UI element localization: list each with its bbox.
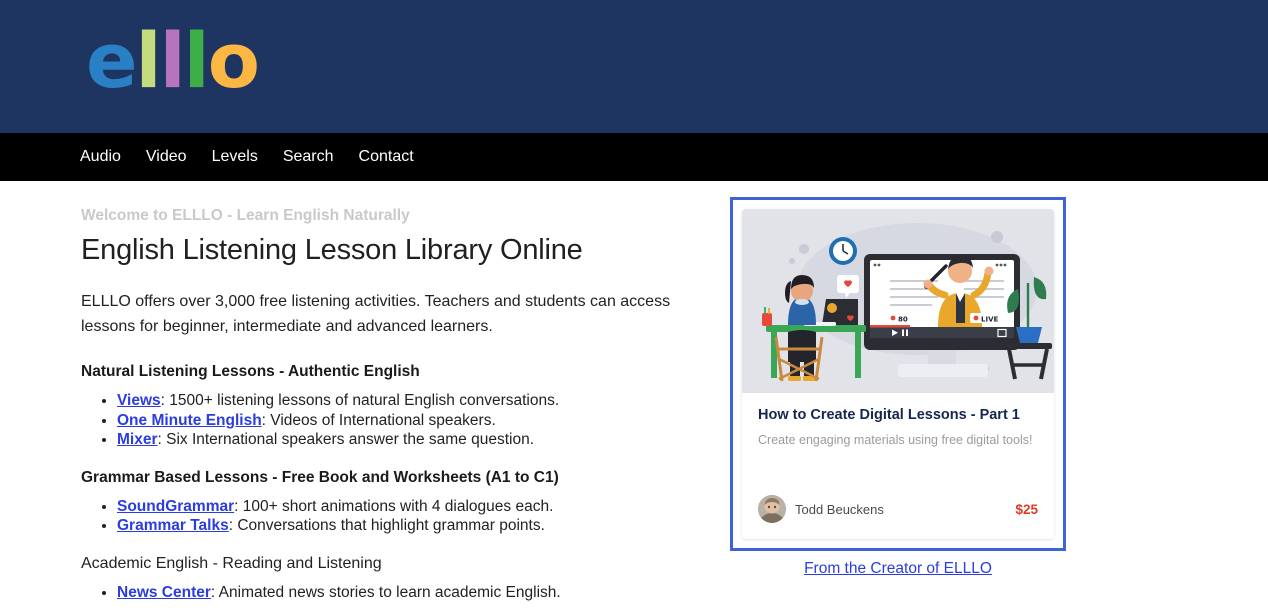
- lesson-list: News Center: Animated news stories to le…: [117, 583, 730, 603]
- list-item-description: : 1500+ listening lessons of natural Eng…: [160, 392, 560, 409]
- list-item: One Minute English: Videos of Internatio…: [117, 411, 730, 431]
- list-item: SoundGrammar: 100+ short animations with…: [117, 497, 730, 517]
- section-heading: Academic English - Reading and Listening: [81, 554, 382, 572]
- lesson-link[interactable]: Views: [117, 392, 161, 409]
- section-heading: Natural Listening Lessons - Authentic En…: [81, 363, 420, 380]
- sidebar: 80 LIVE How to Create Digital Lessons - …: [730, 181, 1268, 615]
- page-title: English Listening Lesson Library Online: [81, 234, 583, 266]
- lesson-link[interactable]: One Minute English: [117, 412, 262, 429]
- from-the-creator-link[interactable]: From the Creator of ELLLO: [730, 560, 1066, 578]
- page-body: Welcome to ELLLO - Learn English Natural…: [0, 181, 1268, 615]
- promo-subtitle: Create engaging materials using free dig…: [758, 433, 1033, 447]
- lesson-list: SoundGrammar: 100+ short animations with…: [117, 497, 730, 536]
- list-item: Grammar Talks: Conversations that highli…: [117, 516, 730, 536]
- illustration-svg: 80 LIVE: [742, 209, 1054, 393]
- elllo-logo[interactable]: e l l l o: [86, 16, 260, 105]
- lesson-sections: Natural Listening Lessons - Authentic En…: [81, 363, 730, 602]
- main-content: Welcome to ELLLO - Learn English Natural…: [0, 181, 730, 615]
- lesson-list: Views: 1500+ listening lessons of natura…: [117, 391, 730, 450]
- lesson-link[interactable]: Mixer: [117, 431, 158, 448]
- svg-text:80: 80: [898, 316, 908, 324]
- promo-price: $25: [1015, 501, 1038, 517]
- intro-paragraph: ELLLO offers over 3,000 free listening a…: [81, 293, 671, 335]
- avatar: [758, 495, 786, 523]
- author-block: Todd Beuckens: [758, 495, 884, 523]
- list-item-description: : Conversations that highlight grammar p…: [228, 517, 545, 534]
- list-item-description: : Six International speakers answer the …: [157, 431, 535, 448]
- nav-item-levels[interactable]: Levels: [212, 148, 258, 166]
- online-teaching-illustration: 80 LIVE: [742, 209, 1054, 393]
- list-item: News Center: Animated news stories to le…: [117, 583, 730, 603]
- welcome-tagline: Welcome to ELLLO - Learn English Natural…: [81, 207, 410, 224]
- lesson-link[interactable]: SoundGrammar: [117, 498, 234, 515]
- nav-item-video[interactable]: Video: [146, 148, 187, 166]
- promo-body: How to Create Digital Lessons - Part 1 C…: [742, 393, 1054, 495]
- nav-item-search[interactable]: Search: [283, 148, 334, 166]
- site-header: e l l l o: [0, 0, 1268, 133]
- main-navigation: Audio Video Levels Search Contact: [0, 133, 1268, 181]
- promo-footer: Todd Beuckens $25: [742, 495, 1054, 539]
- nav-item-audio[interactable]: Audio: [80, 148, 121, 166]
- logo-letter-l3: l: [183, 16, 210, 105]
- lesson-link[interactable]: Grammar Talks: [117, 517, 229, 534]
- nav-item-contact[interactable]: Contact: [359, 148, 414, 166]
- list-item: Views: 1500+ listening lessons of natura…: [117, 391, 730, 411]
- promo-title: How to Create Digital Lessons - Part 1: [758, 407, 1020, 423]
- author-name: Todd Beuckens: [795, 501, 884, 517]
- list-item: Mixer: Six International speakers answer…: [117, 430, 730, 450]
- list-item-description: : 100+ short animations with 4 dialogues…: [234, 497, 554, 515]
- section-heading: Grammar Based Lessons - Free Book and Wo…: [81, 468, 559, 486]
- promo-card-frame[interactable]: 80 LIVE How to Create Digital Lessons - …: [730, 197, 1066, 551]
- avatar-photo: [758, 495, 786, 523]
- list-item-description: : Animated news stories to learn academi…: [210, 583, 561, 601]
- lesson-link[interactable]: News Center: [117, 584, 211, 601]
- logo-letter-l2: l: [159, 16, 186, 105]
- promo-card[interactable]: 80 LIVE How to Create Digital Lessons - …: [742, 209, 1054, 539]
- logo-letter-o: o: [207, 16, 260, 105]
- logo-letter-e: e: [86, 16, 138, 105]
- list-item-description: : Videos of International speakers.: [261, 411, 496, 429]
- svg-text:LIVE: LIVE: [981, 316, 998, 324]
- logo-letter-l1: l: [135, 16, 162, 105]
